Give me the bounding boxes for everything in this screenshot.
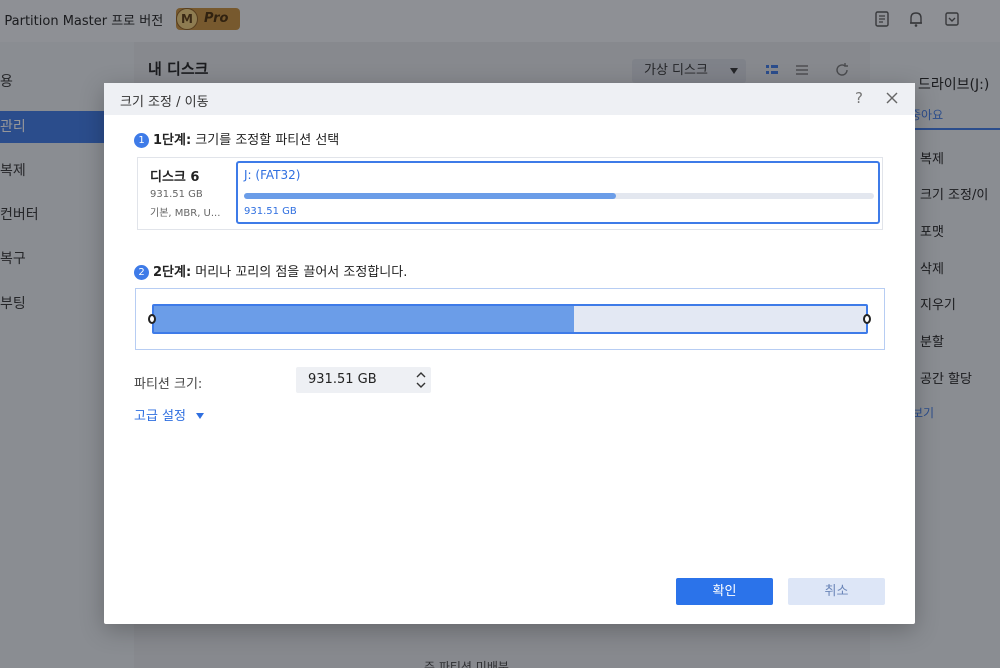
size-stepper-icon[interactable]	[415, 369, 427, 391]
step-2-text: 머리나 꼬리의 점을 끌어서 조정합니다.	[191, 265, 408, 280]
partition-size: 931.51 GB	[244, 206, 297, 217]
dialog-header: 크기 조정 / 이동 ?	[104, 83, 915, 115]
disk-type: 기본, MBR, U...	[150, 208, 221, 219]
resize-move-dialog: 크기 조정 / 이동 ? 1 1단계: 크기를 조정할 파티션 선택 디스크 6 …	[104, 83, 915, 624]
partition-j-selected[interactable]: J: (FAT32) 931.51 GB	[236, 161, 880, 224]
resize-handle-start[interactable]	[148, 314, 156, 324]
step-2-heading: 2 2단계: 머리나 꼬리의 점을 끌어서 조정합니다.	[134, 261, 407, 280]
help-button[interactable]: ?	[850, 89, 868, 109]
resize-area	[135, 288, 885, 350]
disk-info: 디스크 6 931.51 GB 기본, MBR, U...	[138, 158, 236, 229]
resize-used-fill	[154, 306, 575, 332]
resize-track	[152, 304, 868, 334]
partition-size-label: 파티션 크기:	[134, 377, 203, 392]
disk-size: 931.51 GB	[150, 189, 203, 200]
partition-size-value: 931.51 GB	[308, 372, 377, 387]
partition-usage-bar	[244, 193, 874, 199]
step-number-badge: 1	[134, 133, 149, 148]
disk-name: 디스크 6	[150, 170, 200, 185]
step-2-label: 2단계:	[153, 265, 192, 280]
step-1-text: 크기를 조정할 파티션 선택	[191, 133, 340, 148]
partition-usage-fill	[244, 193, 616, 199]
disk-row: 디스크 6 931.51 GB 기본, MBR, U... J: (FAT32)…	[137, 157, 883, 230]
cancel-button[interactable]: 취소	[788, 578, 885, 605]
step-number-badge: 2	[134, 265, 149, 280]
advanced-settings-label: 고급 설정	[134, 409, 186, 424]
close-icon[interactable]	[884, 90, 900, 106]
partition-label: J: (FAT32)	[244, 168, 301, 182]
caret-down-icon	[195, 413, 204, 419]
advanced-settings-toggle[interactable]: 고급 설정	[134, 405, 204, 424]
step-1-label: 1단계:	[153, 133, 192, 148]
resize-handle-end[interactable]	[863, 314, 871, 324]
step-1-heading: 1 1단계: 크기를 조정할 파티션 선택	[134, 129, 339, 148]
ok-button[interactable]: 확인	[676, 578, 773, 605]
dialog-title: 크기 조정 / 이동	[120, 95, 209, 110]
partition-size-input[interactable]: 931.51 GB	[296, 367, 431, 393]
